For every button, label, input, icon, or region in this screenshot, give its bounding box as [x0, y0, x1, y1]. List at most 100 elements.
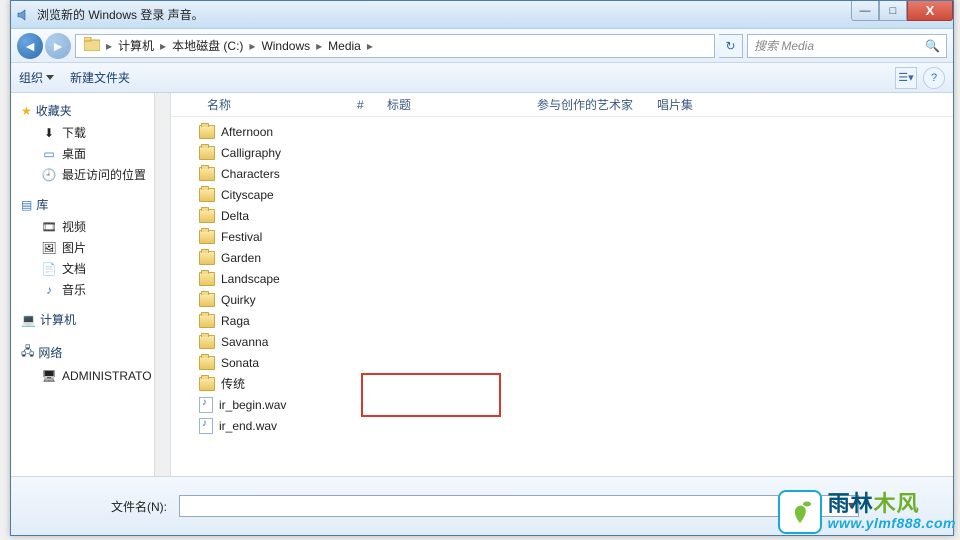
sidebar-item-downloads[interactable]: ⬇下载 [21, 122, 170, 143]
breadcrumb-segment[interactable]: Media [324, 39, 365, 53]
organize-menu[interactable]: 组织 [19, 69, 54, 86]
window-controls: — □ X [851, 1, 953, 21]
picture-icon: 🖼 [41, 240, 57, 256]
folder-icon [199, 272, 215, 286]
sidebar-favorites[interactable]: ★ 收藏夹 [21, 99, 170, 122]
folder-name: Raga [221, 314, 250, 328]
file-list[interactable]: Afternoon Calligraphy Characters Cityscape D… [171, 117, 953, 436]
folder-icon [199, 377, 215, 391]
audio-file-icon [199, 418, 213, 434]
folder-row[interactable]: Calligraphy [199, 142, 953, 163]
video-icon: 🎞 [41, 219, 57, 235]
filename-input[interactable] [179, 495, 859, 517]
search-icon: 🔍 [925, 39, 940, 53]
minimize-button[interactable]: — [851, 1, 879, 21]
folder-icon [80, 37, 104, 54]
chevron-down-icon [46, 75, 54, 80]
audio-file-icon [199, 397, 213, 413]
sidebar-item-network-pc[interactable]: 🖥ADMINISTRATO [21, 366, 170, 386]
folder-row[interactable]: Garden [199, 247, 953, 268]
col-artist[interactable]: 参与创作的艺术家 [529, 96, 649, 113]
folder-icon [199, 293, 215, 307]
folder-icon [199, 356, 215, 370]
folder-name: Calligraphy [221, 146, 281, 160]
desktop-icon: ▭ [41, 146, 57, 162]
chevron-right-icon: ▸ [365, 39, 375, 53]
breadcrumb[interactable]: ▸ 计算机 ▸ 本地磁盘 (C:) ▸ Windows ▸ Media ▸ [75, 34, 715, 58]
folder-icon [199, 125, 215, 139]
folder-row[interactable]: Cityscape [199, 184, 953, 205]
folder-row[interactable]: Landscape [199, 268, 953, 289]
help-button[interactable]: ? [923, 67, 945, 89]
maximize-button[interactable]: □ [879, 1, 907, 21]
computer-icon: 💻 [21, 313, 36, 327]
titlebar[interactable]: 浏览新的 Windows 登录 声音。 — □ X [11, 1, 953, 29]
folder-row[interactable]: Afternoon [199, 121, 953, 142]
forward-button[interactable]: ► [45, 33, 71, 59]
breadcrumb-segment[interactable]: 本地磁盘 (C:) [168, 37, 247, 54]
folder-row[interactable]: Quirky [199, 289, 953, 310]
file-row[interactable]: ir_end.wav [199, 415, 953, 436]
folder-row[interactable]: Festival [199, 226, 953, 247]
navigation-bar: ◄ ► ▸ 计算机 ▸ 本地磁盘 (C:) ▸ Windows ▸ Media … [11, 29, 953, 63]
view-options-button[interactable]: ☰▾ [895, 67, 917, 89]
folder-row[interactable]: Savanna [199, 331, 953, 352]
chevron-right-icon: ▸ [247, 39, 257, 53]
search-placeholder: 搜索 Media [754, 37, 814, 54]
folder-row[interactable]: 传统 [199, 373, 953, 394]
refresh-button[interactable]: ↻ [719, 34, 743, 58]
sidebar-scrollbar[interactable] [154, 93, 170, 476]
folder-icon [199, 146, 215, 160]
col-title[interactable]: 标题 [379, 96, 529, 113]
sidebar-item-documents[interactable]: 📄文档 [21, 258, 170, 279]
column-headers: 名称 # 标题 参与创作的艺术家 唱片集 [171, 93, 953, 117]
sidebar-computer[interactable]: 💻 计算机 [21, 308, 170, 331]
breadcrumb-segment[interactable]: Windows [257, 39, 314, 53]
close-button[interactable]: X [907, 1, 953, 21]
folder-icon [199, 314, 215, 328]
file-list-pane: 名称 # 标题 参与创作的艺术家 唱片集 Afternoon Calligraph… [171, 93, 953, 476]
watermark-url: www.ylmf888.com [828, 516, 956, 531]
chevron-right-icon: ▸ [314, 39, 324, 53]
folder-icon [199, 230, 215, 244]
folder-name: Delta [221, 209, 249, 223]
file-row[interactable]: ir_begin.wav [199, 394, 953, 415]
new-folder-button[interactable]: 新建文件夹 [70, 69, 130, 86]
sidebar-item-videos[interactable]: 🎞视频 [21, 216, 170, 237]
col-album[interactable]: 唱片集 [649, 96, 729, 113]
library-icon: ▤ [21, 198, 32, 212]
folder-name: Afternoon [221, 125, 273, 139]
recent-icon: 🕘 [41, 167, 57, 183]
search-input[interactable]: 搜索 Media 🔍 [747, 34, 947, 58]
sidebar-libraries[interactable]: ▤ 库 [21, 193, 170, 216]
sidebar-item-music[interactable]: ♪音乐 [21, 279, 170, 300]
folder-row[interactable]: Characters [199, 163, 953, 184]
sidebar: ★ 收藏夹 ⬇下载 ▭桌面 🕘最近访问的位置 ▤ 库 🎞视频 🖼图片 📄文档 ♪… [11, 93, 171, 476]
folder-name: Sonata [221, 356, 259, 370]
folder-row[interactable]: Sonata [199, 352, 953, 373]
toolbar: 组织 新建文件夹 ☰▾ ? [11, 63, 953, 93]
folder-name: Cityscape [221, 188, 274, 202]
watermark: 雨林木风 www.ylmf888.com [778, 490, 956, 534]
folder-row[interactable]: Delta [199, 205, 953, 226]
file-name: ir_end.wav [219, 419, 277, 433]
breadcrumb-segment[interactable]: 计算机 [114, 37, 158, 54]
col-name[interactable]: 名称 [199, 96, 349, 113]
sidebar-item-recent[interactable]: 🕘最近访问的位置 [21, 164, 170, 185]
sidebar-network[interactable]: 🖧 网络 [21, 339, 170, 366]
folder-name: Landscape [221, 272, 280, 286]
file-name: ir_begin.wav [219, 398, 286, 412]
folder-name: Garden [221, 251, 261, 265]
sound-icon [15, 7, 31, 23]
back-button[interactable]: ◄ [17, 33, 43, 59]
folder-icon [199, 167, 215, 181]
pc-icon: 🖥 [41, 368, 57, 384]
chevron-right-icon: ▸ [158, 39, 168, 53]
sidebar-item-desktop[interactable]: ▭桌面 [21, 143, 170, 164]
col-number[interactable]: # [349, 98, 379, 112]
folder-name: Characters [221, 167, 280, 181]
watermark-logo [778, 490, 822, 534]
folder-row[interactable]: Raga [199, 310, 953, 331]
download-icon: ⬇ [41, 125, 57, 141]
sidebar-item-pictures[interactable]: 🖼图片 [21, 237, 170, 258]
